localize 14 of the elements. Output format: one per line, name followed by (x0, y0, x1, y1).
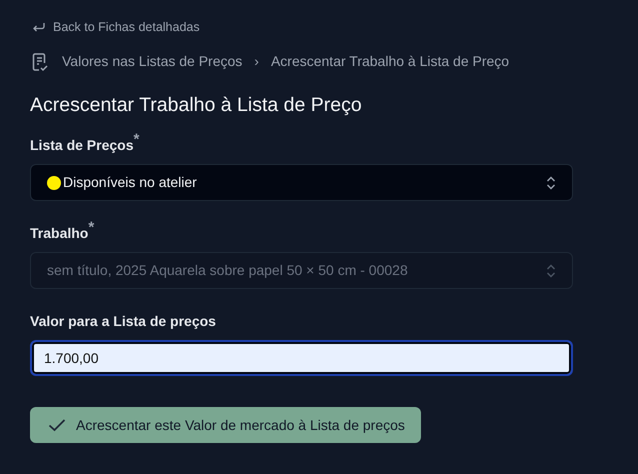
breadcrumb-separator: › (254, 52, 259, 71)
return-arrow-icon (32, 22, 45, 33)
page-title: Acrescentar Trabalho à Lista de Preço (30, 94, 363, 118)
chevron-updown-icon (546, 264, 556, 278)
breadcrumb-link[interactable]: Valores nas Listas de Preços (62, 51, 242, 72)
input-field[interactable]: 1.700,00 (30, 340, 573, 376)
field-label: Valor para a Lista de preços (30, 312, 217, 332)
document-check-icon (30, 52, 50, 72)
chevron-updown-icon (546, 176, 556, 190)
breadcrumb-link[interactable]: Acrescentar Trabalho à Lista de Preço (270, 51, 510, 72)
check-icon (48, 418, 66, 432)
select-field[interactable]: Disponíveis no atelier (30, 164, 573, 202)
back-link[interactable]: Back to Fichas detalhadas (32, 18, 200, 37)
submit-button[interactable]: Acrescentar este Valor de mercado à Lista de preços (30, 407, 421, 444)
